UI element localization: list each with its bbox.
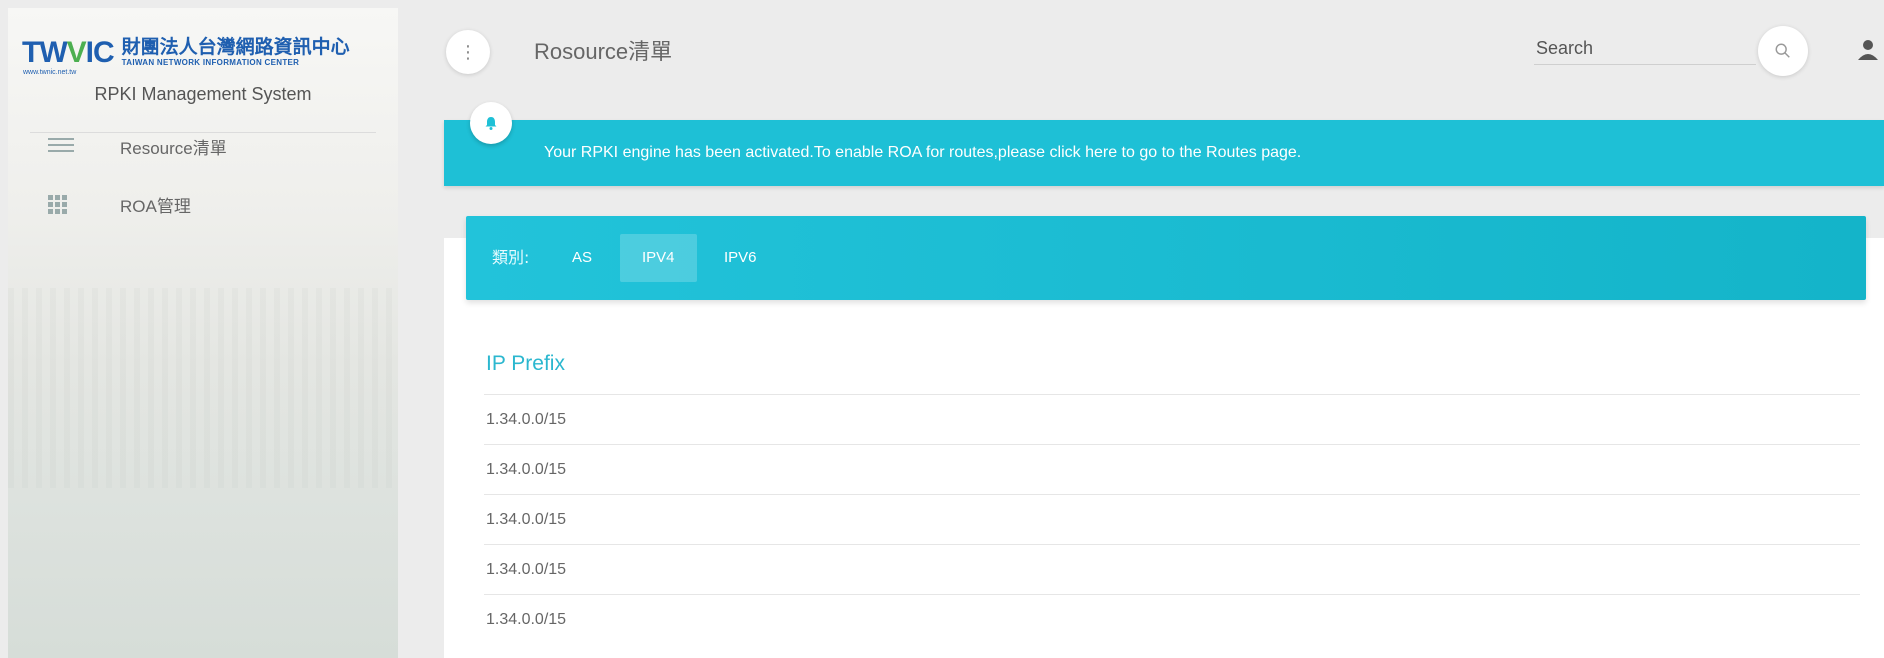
banner-text[interactable]: Your RPKI engine has been activated.To e… xyxy=(544,120,1301,186)
logo-name-zh: 財團法人台灣網路資訊中心 xyxy=(121,37,350,58)
sidebar-item-roa[interactable]: ROA管理 xyxy=(48,192,191,217)
table-row: 1.34.0.0/15 xyxy=(484,444,1860,494)
logo-name-en: TAIWAN NETWORK INFORMATION CENTER xyxy=(121,58,300,67)
table-row: 1.34.0.0/15 xyxy=(484,494,1860,544)
tab-ipv6[interactable]: IPV6 xyxy=(702,234,779,282)
page-title: Rosource清單 xyxy=(534,39,673,64)
search-input[interactable] xyxy=(1534,32,1756,65)
column-header-ip-prefix: IP Prefix xyxy=(486,352,565,375)
search-button[interactable] xyxy=(1758,26,1808,76)
category-label: 類別: xyxy=(492,248,530,267)
twnic-logo[interactable]: TWVIC www.twnic.net.tw 財團法人台灣網路資訊中心 TAIW… xyxy=(22,35,350,76)
tab-as[interactable]: AS xyxy=(550,234,614,282)
table-row: 1.34.0.0/15 xyxy=(484,594,1860,644)
user-icon[interactable] xyxy=(1852,34,1884,66)
bell-icon xyxy=(470,102,512,144)
more-vert-icon: ⋮ xyxy=(459,41,477,63)
sidebar-item-resource[interactable]: Resource清單 xyxy=(48,134,227,159)
category-tabbar: 類別: AS IPV4 IPV6 xyxy=(466,216,1866,300)
search-icon xyxy=(1775,43,1790,58)
grid-icon xyxy=(48,195,78,214)
more-menu-button[interactable]: ⋮ xyxy=(446,30,490,74)
table-row: 1.34.0.0/15 xyxy=(484,544,1860,594)
sidebar-item-label: ROA管理 xyxy=(120,197,191,216)
notification-banner[interactable]: Your RPKI engine has been activated.To e… xyxy=(444,120,1884,186)
logo-mark: TWVIC xyxy=(22,35,115,69)
ip-prefix-table: 1.34.0.0/15 1.34.0.0/15 1.34.0.0/15 1.34… xyxy=(484,394,1860,644)
tab-ipv4[interactable]: IPV4 xyxy=(620,234,697,282)
sidebar-divider xyxy=(30,132,376,133)
sidebar-item-label: Resource清單 xyxy=(120,139,227,158)
table-row: 1.34.0.0/15 xyxy=(484,394,1860,444)
logo-url: www.twnic.net.tw xyxy=(23,68,77,76)
list-icon xyxy=(48,137,78,156)
sidebar: TWVIC www.twnic.net.tw 財團法人台灣網路資訊中心 TAIW… xyxy=(8,8,398,658)
system-title: RPKI Management System xyxy=(94,84,312,104)
